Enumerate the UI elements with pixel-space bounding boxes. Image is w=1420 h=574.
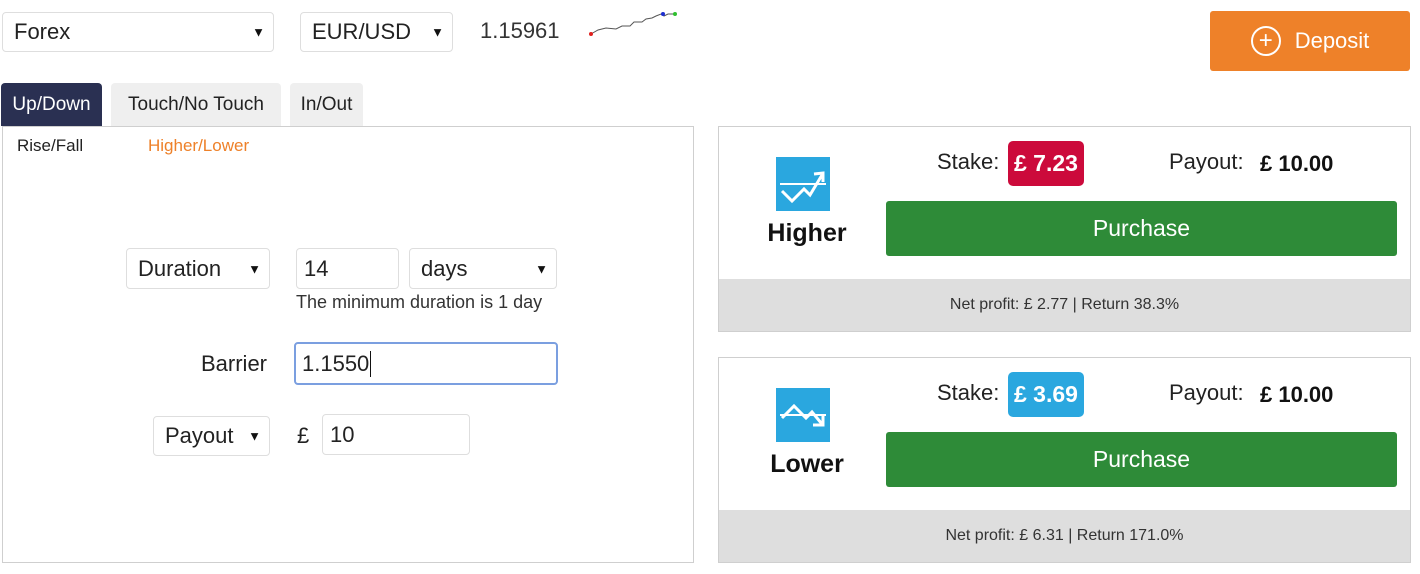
- payout-value: £ 10.00: [1260, 151, 1334, 176]
- tab-in-out[interactable]: In/Out: [290, 83, 363, 126]
- duration-amount-value: 14: [304, 255, 329, 281]
- subtab-rise-fall[interactable]: Rise/Fall: [17, 136, 83, 156]
- chevron-down-icon: ▼: [248, 428, 261, 444]
- purchase-label: Purchase: [1092, 446, 1191, 472]
- chevron-down-icon: ▼: [248, 261, 261, 276]
- purchase-label: Purchase: [1092, 215, 1191, 241]
- stake-value-badge: £ 3.69: [1008, 372, 1084, 417]
- contract-footer: Net profit: £ 2.77 | Return 38.3%: [719, 279, 1410, 331]
- contract-higher: Higher Stake: £ 7.23 Payout: £ 10.00 Pur…: [718, 126, 1411, 332]
- duration-type-value: Duration: [138, 255, 222, 281]
- duration-amount-input[interactable]: 14: [296, 248, 399, 289]
- amount-type-value: Payout: [165, 423, 234, 448]
- stake-value-badge: £ 7.23: [1008, 141, 1084, 186]
- sparkline-start-point: [589, 32, 593, 36]
- spot-price: 1.15961: [480, 18, 560, 43]
- barrier-value: 1.1550: [302, 350, 370, 376]
- subtab-higher-lower[interactable]: Higher/Lower: [148, 136, 249, 156]
- barrier-input[interactable]: 1.1550: [294, 342, 558, 385]
- deposit-button[interactable]: + Deposit: [1210, 11, 1410, 71]
- purchase-lower-button[interactable]: Purchase: [886, 432, 1397, 487]
- amount-type-select[interactable]: Payout ▼: [153, 416, 270, 456]
- payout-value: £ 10.00: [1260, 382, 1334, 407]
- amount-value: 10: [330, 421, 355, 447]
- duration-unit-value: days: [421, 255, 468, 281]
- payout-label: Payout:: [1169, 380, 1244, 405]
- contract-name: Lower: [770, 450, 844, 478]
- chevron-down-icon: ▼: [431, 24, 444, 40]
- tab-label: Touch/No Touch: [128, 93, 264, 115]
- stake-label: Stake:: [937, 380, 1000, 405]
- tab-touch-no-touch[interactable]: Touch/No Touch: [111, 83, 281, 126]
- market-select[interactable]: Forex ▼: [2, 12, 274, 52]
- chevron-down-icon: ▼: [535, 261, 548, 276]
- symbol-select-value: EUR/USD: [312, 19, 412, 44]
- duration-unit-select[interactable]: days ▼: [409, 248, 557, 289]
- market-select-value: Forex: [14, 19, 71, 44]
- sparkline-high-point: [661, 12, 665, 16]
- plus-circle-icon: +: [1250, 26, 1281, 56]
- sparkline-end-point: [673, 12, 677, 16]
- stake-label: Stake:: [937, 149, 1000, 174]
- symbol-select[interactable]: EUR/USD ▼: [300, 12, 453, 52]
- deposit-label: Deposit: [1294, 28, 1370, 53]
- contract-name: Higher: [767, 219, 847, 247]
- duration-hint: The minimum duration is 1 day: [296, 292, 543, 312]
- tab-up-down[interactable]: Up/Down: [1, 83, 102, 126]
- trend-down-icon: [776, 388, 830, 442]
- purchase-higher-button[interactable]: Purchase: [886, 201, 1397, 256]
- contract-lower: Lower Stake: £ 3.69 Payout: £ 10.00 Purc…: [718, 357, 1411, 563]
- amount-input[interactable]: 10: [322, 414, 470, 455]
- tab-label: Up/Down: [12, 93, 91, 115]
- chevron-down-icon: ▼: [252, 24, 265, 40]
- contract-footer: Net profit: £ 6.31 | Return 171.0%: [719, 510, 1410, 562]
- barrier-label: Barrier: [201, 351, 268, 376]
- price-sparkline: [589, 12, 677, 36]
- tab-label: In/Out: [300, 93, 353, 115]
- payout-label: Payout:: [1169, 149, 1244, 174]
- text-cursor: [370, 350, 372, 377]
- duration-type-select[interactable]: Duration ▼: [126, 248, 270, 289]
- currency-symbol: £: [297, 423, 310, 448]
- trend-up-icon: [776, 157, 830, 211]
